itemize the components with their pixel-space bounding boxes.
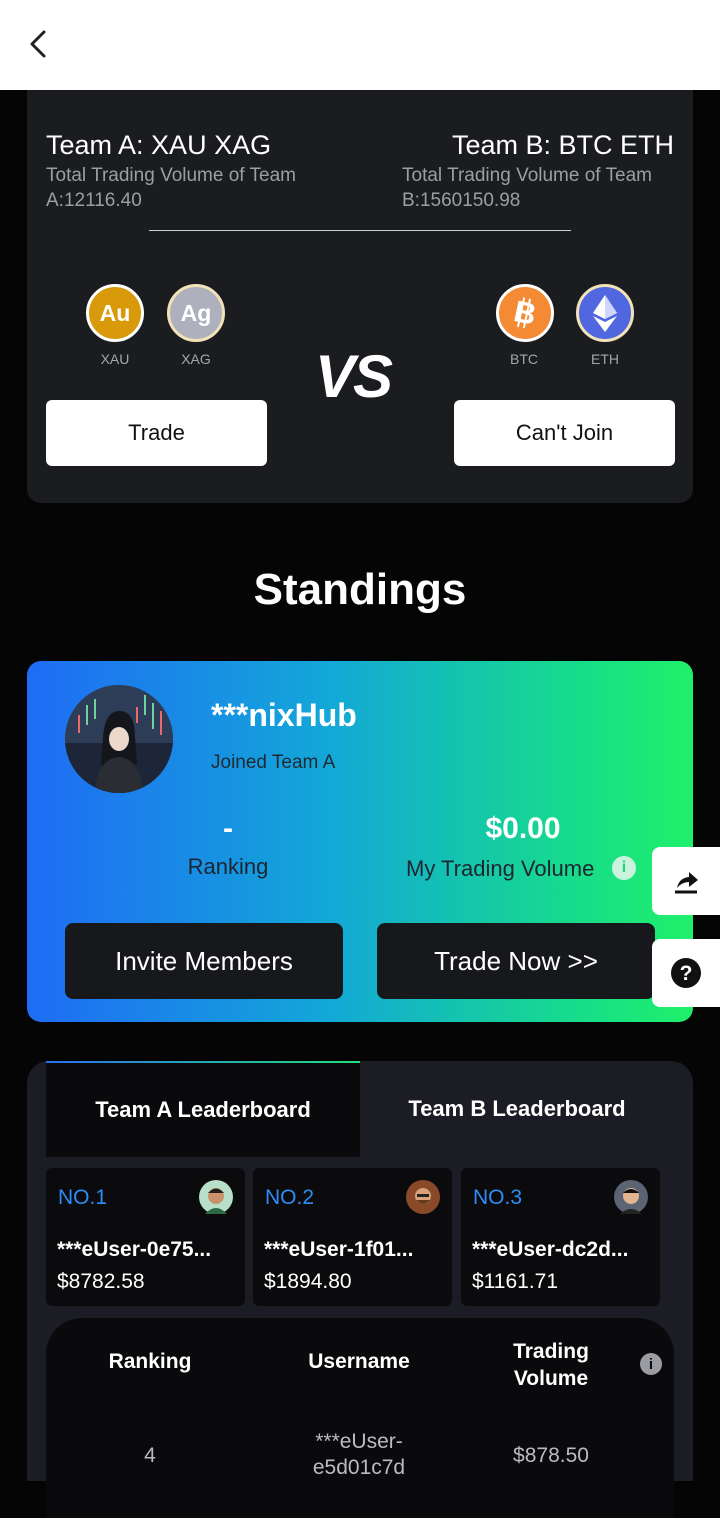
ranking-table: Ranking Username Trading Volume i 4 ***e… (46, 1318, 674, 1518)
team-a-volume-label: Total Trading Volume of Team (46, 165, 296, 186)
team-vs-card: Team A: XAU XAG Total Trading Volume of … (27, 90, 693, 503)
column-header-username: Username (308, 1350, 410, 1373)
avatar (199, 1180, 233, 1214)
avatar (65, 685, 173, 793)
gold-coin-icon: Au (86, 284, 144, 342)
joined-team-label: Joined Team A (211, 752, 336, 773)
rank-number: NO.2 (265, 1186, 315, 1209)
coin-label-btc: BTC (510, 351, 538, 367)
divider (149, 230, 571, 231)
ethereum-icon (576, 284, 634, 342)
team-b-title: Team B: BTC ETH (451, 130, 674, 160)
svg-text:?: ? (680, 962, 693, 985)
vs-label: VS (315, 343, 393, 410)
ranking-value: - (223, 812, 233, 845)
table-cell-username-cont: e5d01c7d (312, 1456, 406, 1479)
coin-label-xau: XAU (100, 351, 130, 367)
trading-volume-label: My Trading Volume (406, 856, 595, 881)
silver-coin-icon: Ag (167, 284, 225, 342)
question-icon: ? (671, 958, 701, 988)
rank-username: ***eUser-1f01... (264, 1238, 414, 1261)
coin-label-xag: XAG (181, 351, 211, 367)
top-rank-card[interactable]: NO.2 ***eUser-1f01... $1894.80 (253, 1168, 452, 1306)
username: ***nixHub (211, 697, 357, 733)
trade-button[interactable]: Trade (46, 400, 267, 466)
info-icon[interactable]: i (640, 1353, 662, 1375)
rank-volume: $1894.80 (264, 1270, 352, 1293)
rank-volume: $8782.58 (57, 1270, 145, 1293)
rank-username: ***eUser-0e75... (57, 1238, 212, 1261)
back-button[interactable] (22, 26, 58, 62)
leaderboard-panel: Team A Leaderboard Team B Leaderboard NO… (27, 1061, 693, 1518)
coin-label-eth: ETH (591, 351, 619, 367)
my-standing-card: ***nixHub Joined Team A - Ranking $0.00 … (27, 661, 693, 1022)
share-button[interactable] (652, 847, 720, 915)
team-a-volume-value: A:12116.40 (46, 190, 142, 211)
team-b-volume-label: Total Trading Volume of Team (402, 165, 652, 186)
column-header-ranking: Ranking (108, 1350, 192, 1373)
invite-members-button[interactable]: Invite Members (65, 923, 343, 999)
info-icon[interactable]: i (612, 856, 636, 880)
avatar (614, 1180, 648, 1214)
avatar (406, 1180, 440, 1214)
chevron-left-icon (30, 30, 46, 58)
rank-volume: $1161.71 (472, 1270, 559, 1293)
team-a-title: Team A: XAU XAG (46, 130, 272, 160)
bitcoin-icon: B (496, 284, 554, 342)
tab-team-a-leaderboard[interactable]: Team A Leaderboard (46, 1061, 360, 1157)
tab-team-b-leaderboard[interactable]: Team B Leaderboard (360, 1061, 674, 1157)
share-icon (675, 872, 698, 894)
top-rank-card[interactable]: NO.1 ***eUser-0e75... $8782.58 (46, 1168, 245, 1306)
rank-username: ***eUser-dc2d... (472, 1238, 629, 1261)
ranking-label: Ranking (187, 854, 269, 879)
team-b-volume-value: B:1560150.98 (402, 190, 521, 211)
column-header-trading-volume: Trading Volume (513, 1340, 589, 1390)
top-bar (0, 0, 720, 90)
table-cell-volume: $878.50 (513, 1444, 589, 1467)
rank-number: NO.1 (58, 1186, 108, 1209)
standings-title: Standings (253, 565, 467, 614)
table-cell-username: ***eUser- (315, 1430, 403, 1453)
trading-volume-value: $0.00 (485, 812, 561, 845)
trade-now-button[interactable]: Trade Now >> (377, 923, 655, 999)
cant-join-button[interactable]: Can't Join (454, 400, 675, 466)
help-button[interactable]: ? (652, 939, 720, 1007)
top-rank-card[interactable]: NO.3 ***eUser-dc2d... $1161.71 (461, 1168, 660, 1306)
table-cell-rank: 4 (144, 1444, 156, 1467)
rank-number: NO.3 (473, 1186, 523, 1209)
